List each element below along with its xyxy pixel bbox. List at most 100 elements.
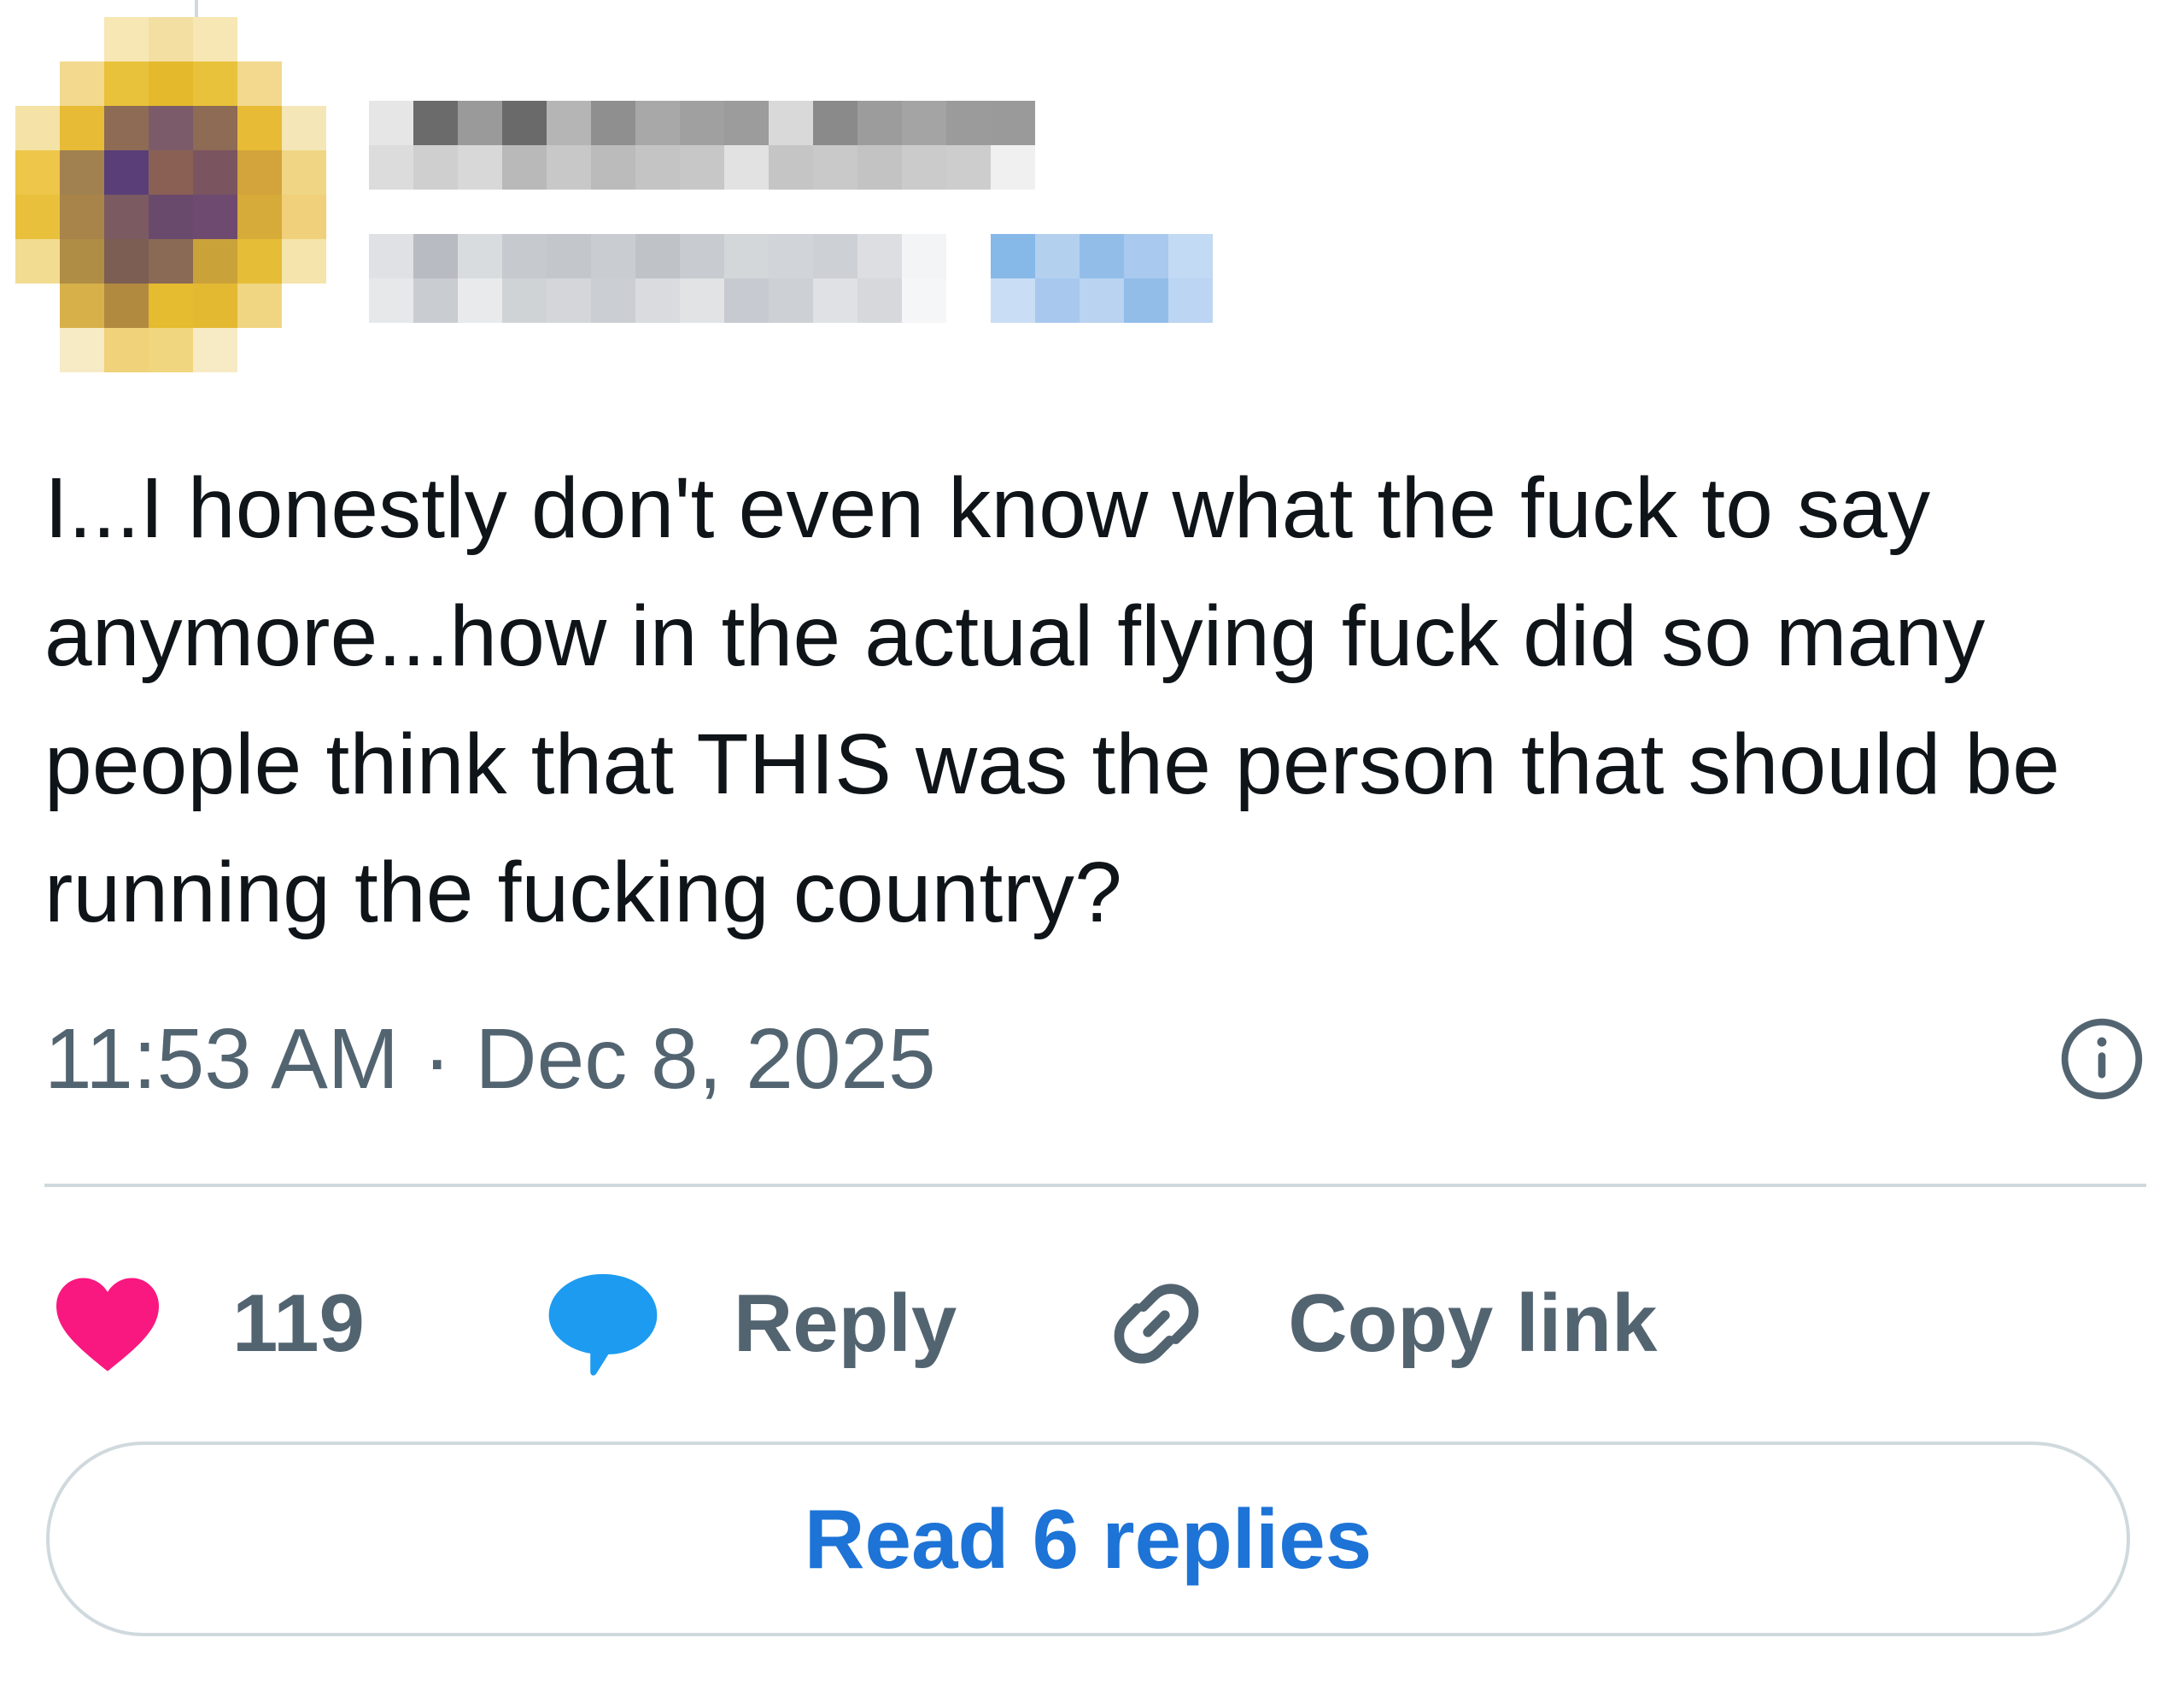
tweet-actions: 119 Reply Copy link xyxy=(51,1264,1657,1383)
pixel-block xyxy=(60,106,104,150)
pixel-block xyxy=(635,278,680,323)
pixel-block xyxy=(1035,278,1080,323)
pixel-block xyxy=(991,145,1035,190)
pixel-block xyxy=(282,106,326,150)
pixel-block xyxy=(502,145,547,190)
pixel-block xyxy=(60,195,104,239)
pixel-block xyxy=(413,101,458,145)
pixel-block xyxy=(857,145,902,190)
pixel-block xyxy=(193,106,237,150)
tweet-date: Dec 8, 2025 xyxy=(475,1010,936,1107)
pixel-block xyxy=(991,101,1035,145)
pixel-block xyxy=(193,150,237,195)
pixel-block xyxy=(149,150,193,195)
pixel-block xyxy=(104,17,149,61)
pixel-block xyxy=(369,101,413,145)
pixel-block xyxy=(1080,278,1124,323)
pixel-block xyxy=(237,239,282,284)
avatar[interactable] xyxy=(15,17,374,376)
pixel-block xyxy=(237,150,282,195)
pixel-block xyxy=(502,234,547,278)
pixel-block xyxy=(857,278,902,323)
tweet-meta-row: 11:53 AM · Dec 8, 2025 xyxy=(44,1008,2146,1110)
pixel-block xyxy=(724,145,769,190)
like-count: 119 xyxy=(232,1278,365,1369)
pixel-block xyxy=(237,284,282,328)
divider xyxy=(44,1184,2146,1187)
pixel-block xyxy=(680,145,724,190)
pixel-block xyxy=(635,101,680,145)
pixel-block xyxy=(60,150,104,195)
pixel-block xyxy=(724,101,769,145)
tweet-timestamp[interactable]: 11:53 AM · Dec 8, 2025 xyxy=(44,1010,936,1108)
author-display-name-pixelated[interactable] xyxy=(369,101,1035,193)
pixel-block xyxy=(193,195,237,239)
pixel-block xyxy=(193,284,237,328)
pixel-block xyxy=(635,234,680,278)
pixel-block xyxy=(104,195,149,239)
pixel-block xyxy=(149,106,193,150)
pixel-block xyxy=(547,101,591,145)
pixel-block xyxy=(237,61,282,106)
pixel-block xyxy=(680,234,724,278)
pixel-block xyxy=(458,234,502,278)
pixel-block xyxy=(104,150,149,195)
pixel-block xyxy=(1168,234,1213,278)
pixel-block xyxy=(724,278,769,323)
thread-connector-line xyxy=(195,0,198,19)
pixel-block xyxy=(1035,234,1080,278)
pixel-block xyxy=(149,239,193,284)
pixel-block xyxy=(104,61,149,106)
pixel-block xyxy=(813,278,857,323)
pixel-block xyxy=(591,234,635,278)
pixel-block xyxy=(857,234,902,278)
pixel-block xyxy=(104,239,149,284)
pixel-block xyxy=(282,195,326,239)
heart-icon xyxy=(56,1278,159,1372)
pixel-block xyxy=(502,278,547,323)
pixel-block xyxy=(413,234,458,278)
pixel-block xyxy=(193,328,237,372)
speech-bubble-icon xyxy=(548,1273,658,1376)
author-handle-pixelated[interactable] xyxy=(369,234,1445,330)
pixel-block xyxy=(237,195,282,239)
pixel-block xyxy=(369,234,413,278)
pixel-block xyxy=(15,150,60,195)
pixel-block xyxy=(104,284,149,328)
pixel-block xyxy=(769,101,813,145)
pixel-block xyxy=(413,278,458,323)
pixel-block xyxy=(104,106,149,150)
pixel-block xyxy=(991,234,1035,278)
pixel-block xyxy=(237,106,282,150)
pixel-block xyxy=(458,145,502,190)
pixel-block xyxy=(15,195,60,239)
pixel-block xyxy=(149,61,193,106)
timestamp-separator: · xyxy=(423,1010,452,1107)
pixel-block xyxy=(282,150,326,195)
read-replies-button[interactable]: Read 6 replies xyxy=(46,1442,2130,1636)
info-circle-icon[interactable] xyxy=(2057,1015,2146,1103)
copy-link-button[interactable]: Copy link xyxy=(1100,1267,1657,1380)
copy-link-label: Copy link xyxy=(1288,1278,1658,1369)
pixel-block xyxy=(1080,234,1124,278)
read-replies-label: Read 6 replies xyxy=(804,1491,1372,1586)
pixel-block xyxy=(369,145,413,190)
pixel-block xyxy=(991,278,1035,323)
like-button[interactable]: 119 xyxy=(51,1272,365,1375)
pixel-block xyxy=(15,106,60,150)
pixel-block xyxy=(149,17,193,61)
pixel-block xyxy=(282,239,326,284)
pixel-block xyxy=(193,17,237,61)
pixel-block xyxy=(1124,278,1168,323)
pixel-block xyxy=(902,145,946,190)
pixel-block xyxy=(193,239,237,284)
pixel-block xyxy=(902,101,946,145)
pixel-block xyxy=(902,278,946,323)
pixel-block xyxy=(149,195,193,239)
pixel-block xyxy=(547,278,591,323)
pixel-block xyxy=(60,284,104,328)
reply-button[interactable]: Reply xyxy=(544,1267,957,1380)
pixel-block xyxy=(902,234,946,278)
pixel-block xyxy=(413,145,458,190)
pixel-block xyxy=(680,101,724,145)
